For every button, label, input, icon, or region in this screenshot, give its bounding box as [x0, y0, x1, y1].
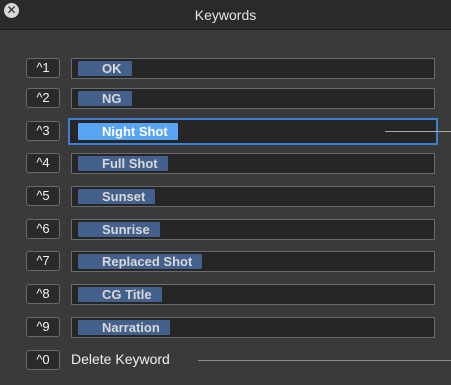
- keyword-row-9: ^9 Narration: [0, 314, 451, 340]
- keyword-chip-5[interactable]: Sunset: [78, 189, 156, 204]
- keyword-field-4[interactable]: Full Shot: [71, 153, 435, 174]
- keyword-chip-3[interactable]: Night Shot: [78, 123, 178, 140]
- title-bar[interactable]: ✕ Keywords: [0, 0, 451, 30]
- shortcut-key-0: ^0: [26, 350, 60, 370]
- keyword-row-4: ^4 Full Shot: [0, 150, 451, 176]
- shortcut-key-7: ^7: [26, 251, 60, 271]
- keyword-field-9[interactable]: Narration: [71, 317, 435, 338]
- keyword-chip-4[interactable]: Full Shot: [78, 156, 168, 171]
- delete-keyword-row[interactable]: ^0 Delete Keyword: [0, 347, 451, 373]
- keyword-chip-7[interactable]: Replaced Shot: [78, 254, 203, 269]
- keyword-row-5: ^5 Sunset: [0, 183, 451, 209]
- keyword-row-7: ^7 Replaced Shot: [0, 248, 451, 274]
- shortcut-key-4: ^4: [26, 153, 60, 173]
- keyword-chip-9[interactable]: Narration: [78, 320, 170, 335]
- keyword-chip-8[interactable]: CG Title: [78, 287, 162, 302]
- keyword-chip-6[interactable]: Sunrise: [78, 222, 160, 237]
- keyword-field-2[interactable]: NG: [71, 88, 435, 109]
- shortcut-key-3: ^3: [26, 121, 60, 141]
- keyword-chip-1[interactable]: OK: [78, 61, 132, 76]
- selected-connector-line: [385, 131, 451, 132]
- keyword-row-8: ^8 CG Title: [0, 281, 451, 307]
- keyword-field-8[interactable]: CG Title: [71, 284, 435, 305]
- keywords-window: ✕ Keywords ^1 OK ^2 NG ^3 Night Shot ^4 …: [0, 0, 451, 385]
- keyword-row-6: ^6 Sunrise: [0, 216, 451, 242]
- keyword-row-2: ^2 NG: [0, 85, 451, 111]
- keyword-field-6[interactable]: Sunrise: [71, 219, 435, 240]
- delete-connector-line: [198, 360, 451, 361]
- delete-keyword-label[interactable]: Delete Keyword: [71, 351, 170, 367]
- shortcut-key-6: ^6: [26, 219, 60, 239]
- shortcut-key-2: ^2: [26, 88, 60, 108]
- shortcut-key-9: ^9: [26, 317, 60, 337]
- shortcut-key-8: ^8: [26, 284, 60, 304]
- keyword-field-7[interactable]: Replaced Shot: [71, 251, 435, 272]
- shortcut-key-1: ^1: [26, 58, 60, 78]
- keyword-field-3[interactable]: Night Shot: [68, 118, 438, 145]
- shortcut-key-5: ^5: [26, 186, 60, 206]
- keyword-row-1: ^1 OK: [0, 55, 451, 81]
- keyword-chip-2[interactable]: NG: [78, 91, 132, 106]
- keyword-field-5[interactable]: Sunset: [71, 186, 435, 207]
- window-title: Keywords: [194, 7, 257, 23]
- keyword-row-3: ^3 Night Shot: [0, 118, 451, 145]
- keyword-field-1[interactable]: OK: [71, 58, 435, 79]
